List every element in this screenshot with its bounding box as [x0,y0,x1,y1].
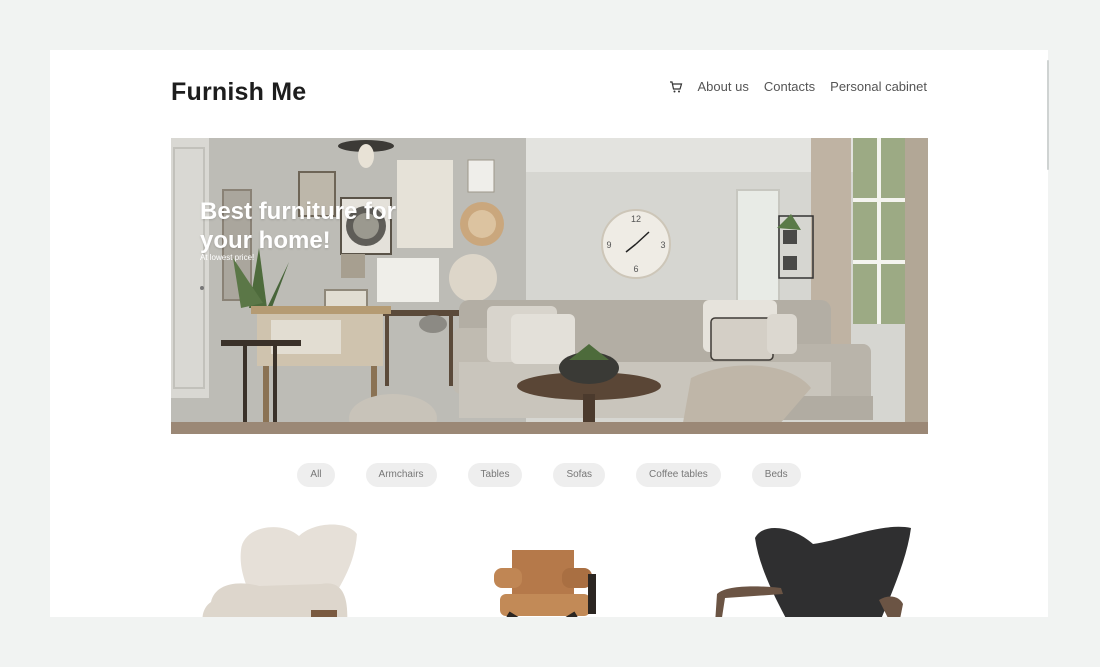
product-image-armchair-leather [494,550,596,617]
filter-tables[interactable]: Tables [467,463,523,487]
cart-icon[interactable] [669,80,683,94]
product-card[interactable] [171,514,397,617]
product-image-armchair-black [715,526,911,617]
hero-banner: 12 3 6 9 Best furniture for your home! A… [171,138,928,434]
filter-coffee-tables[interactable]: Coffee tables [636,463,721,487]
nav-personal-cabinet[interactable]: Personal cabinet [830,79,927,94]
top-nav: About us Contacts Personal cabinet [669,79,927,94]
product-image-armchair-beige [202,524,357,617]
hero-image: 12 3 6 9 [171,138,928,434]
page-container: Furnish Me About us Contacts Personal ca… [50,50,1048,617]
filter-beds[interactable]: Beds [751,463,801,487]
category-filters: All Armchairs Tables Sofas Coffee tables… [50,463,1048,487]
filter-armchairs[interactable]: Armchairs [365,463,437,487]
filter-sofas[interactable]: Sofas [553,463,606,487]
clock-9: 9 [606,240,611,250]
clock-3: 3 [660,240,665,250]
nav-about-us[interactable]: About us [698,79,749,94]
product-card[interactable] [438,514,664,617]
clock-6: 6 [633,264,638,274]
hero-text-block: Best furniture for your home! At lowest … [200,197,430,262]
filter-all[interactable]: All [297,463,335,487]
page-scrollbar[interactable] [1047,60,1049,170]
clock-12: 12 [631,214,641,224]
product-card[interactable] [703,514,929,617]
hero-title: Best furniture for your home! [200,198,397,254]
site-logo[interactable]: Furnish Me [171,78,306,107]
nav-contacts[interactable]: Contacts [764,79,815,94]
